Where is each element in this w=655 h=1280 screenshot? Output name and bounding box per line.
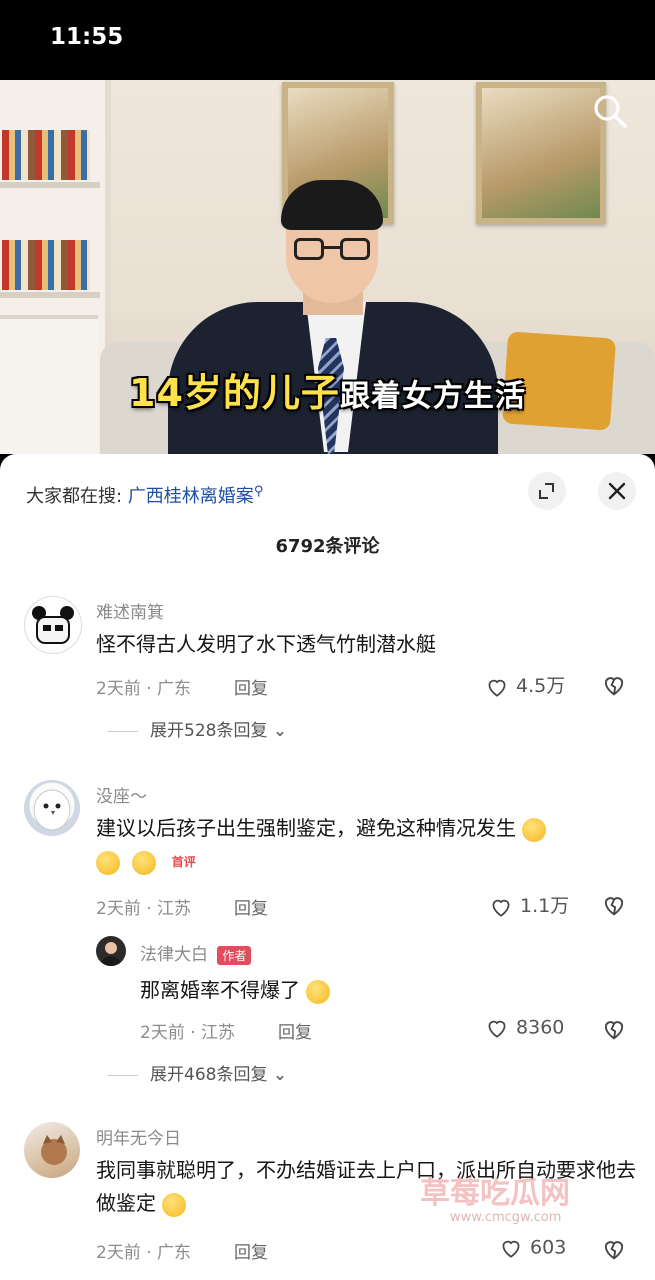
chevron-down-icon: ⌄ <box>272 721 288 741</box>
reply-button[interactable]: 回复 <box>234 894 268 919</box>
hot-search-bar[interactable]: 大家都在搜: 广西桂林离婚案⚲ <box>26 482 263 508</box>
first-comment-badge: 首评 <box>171 855 196 869</box>
avatar[interactable] <box>24 1122 80 1178</box>
broken-heart-icon <box>604 677 624 696</box>
painting-right <box>476 82 606 224</box>
author-badge: 作者 <box>217 945 252 965</box>
reply-username-text: 法律大白 <box>140 945 208 965</box>
subtitle-highlight: 14岁的儿子 <box>129 371 340 415</box>
reply-button[interactable]: 回复 <box>278 1018 312 1043</box>
expand-icon <box>539 483 554 499</box>
small-search-icon: ⚲ <box>253 484 264 499</box>
chevron-down-icon: ⌄ <box>272 1065 288 1085</box>
like-count: 603 <box>530 1236 567 1259</box>
comment-text: 建议以后孩子出生强制鉴定，避免这种情况发生 首评 <box>96 812 636 880</box>
heart-icon <box>488 1020 506 1038</box>
reply-username[interactable]: 法律大白 作者 <box>140 940 252 965</box>
dislike-button[interactable] <box>600 671 628 699</box>
search-button[interactable] <box>592 93 628 129</box>
expand-replies-label: 展开528条回复 <box>150 721 268 741</box>
avatar[interactable] <box>96 936 126 966</box>
presenter-glasses <box>294 238 370 264</box>
heart-icon <box>488 679 506 697</box>
comment-username[interactable]: 难述南箕 <box>96 598 164 623</box>
video-subtitle: 14岁的儿子跟着女方生活 <box>0 362 655 417</box>
avatar[interactable] <box>24 596 82 654</box>
reply-button[interactable]: 回复 <box>234 1238 268 1263</box>
watermark-url: www.cmcgw.com <box>450 1210 562 1225</box>
reply-body: 那离婚率不得爆了 <box>140 978 300 1002</box>
watermark-text: 草莓吃瓜网 <box>420 1176 570 1211</box>
subtitle-rest: 跟着女方生活 <box>339 379 526 414</box>
expand-button[interactable] <box>528 472 566 510</box>
laughing-crying-emoji-icon <box>306 979 331 1004</box>
reply-text: 那离婚率不得爆了 <box>140 974 620 1007</box>
like-button[interactable]: 603 <box>498 1235 566 1261</box>
like-count: 1.1万 <box>520 895 570 917</box>
video-player[interactable]: 14岁的儿子跟着女方生活 <box>0 80 655 454</box>
like-count: 4.5万 <box>516 675 566 697</box>
reply-meta: 2天前 · 江苏 <box>140 1023 236 1043</box>
blushing-emoji-icon <box>96 850 120 875</box>
owl-avatar-icon <box>33 789 71 831</box>
comment-body: 建议以后孩子出生强制鉴定，避免这种情况发生 <box>96 816 516 840</box>
avatar[interactable] <box>24 780 80 836</box>
comment-count: 6792条评论 <box>275 536 380 557</box>
comment-text: 怪不得古人发明了水下透气竹制潜水艇 <box>96 632 436 656</box>
like-count: 8360 <box>516 1016 565 1039</box>
like-button[interactable]: 1.1万 <box>488 891 569 920</box>
comment-meta: 2天前 · 江苏 <box>96 899 192 919</box>
hot-search-keyword[interactable]: 广西桂林离婚案 <box>128 486 254 507</box>
dislike-button[interactable] <box>600 891 628 919</box>
dislike-button[interactable] <box>600 1235 628 1263</box>
status-bar: 11:55 <box>0 0 655 80</box>
heart-icon <box>492 899 510 917</box>
blushing-emoji-icon <box>522 817 547 842</box>
smile-emoji-icon <box>162 1192 187 1217</box>
dislike-button[interactable] <box>600 1015 628 1043</box>
close-button[interactable] <box>598 472 636 510</box>
blushing-emoji-icon <box>132 850 157 875</box>
status-time: 11:55 <box>50 24 124 50</box>
comment-username[interactable]: 明年无今日 <box>96 1124 181 1149</box>
like-button[interactable]: 4.5万 <box>484 671 565 700</box>
expand-replies-button[interactable]: 展开468条回复 ⌄ <box>108 1060 287 1085</box>
comment-meta: 2天前 · 广东 <box>96 1243 192 1263</box>
reply-button[interactable]: 回复 <box>234 674 268 699</box>
expand-replies-button[interactable]: 展开528条回复 ⌄ <box>108 716 287 741</box>
hot-search-prefix: 大家都在搜: <box>26 486 123 507</box>
expand-replies-label: 展开468条回复 <box>150 1065 268 1085</box>
heart-icon <box>502 1240 520 1258</box>
close-icon <box>608 482 626 500</box>
comment-meta: 2天前 · 广东 <box>96 679 192 699</box>
broken-heart-icon <box>604 897 624 916</box>
cat-avatar-icon <box>41 1135 67 1165</box>
like-button[interactable]: 8360 <box>484 1015 564 1041</box>
author-avatar-icon <box>101 942 121 966</box>
panda-avatar-icon <box>32 606 74 644</box>
broken-heart-icon <box>604 1021 624 1040</box>
broken-heart-icon <box>604 1241 624 1260</box>
search-icon <box>594 95 627 128</box>
comment-username[interactable]: 没座～ <box>96 782 147 807</box>
